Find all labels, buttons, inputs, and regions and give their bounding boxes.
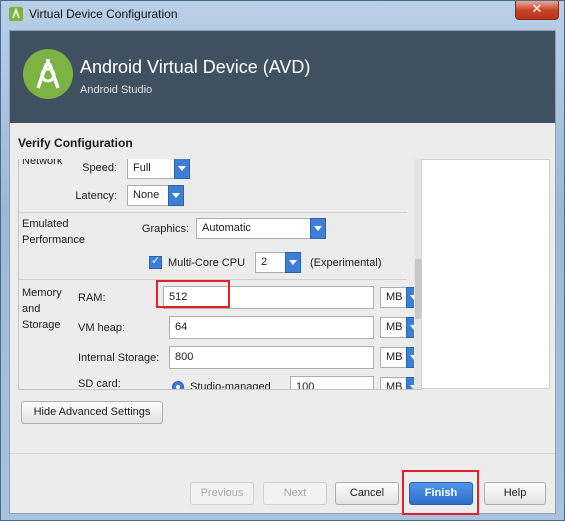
sdcard-size-input[interactable]: 100	[290, 376, 374, 390]
latency-value: None	[133, 189, 160, 201]
next-button[interactable]: Next	[263, 482, 327, 505]
dialog-window: Virtual Device Configuration Android Vir…	[0, 0, 565, 521]
latency-label: Latency:	[75, 190, 117, 202]
speed-dropdown[interactable]: Full	[127, 159, 190, 179]
speed-label: Speed:	[82, 162, 117, 174]
latency-dropdown[interactable]: None	[127, 185, 184, 206]
settings-content: Network Speed: Full Latency: None Emulat…	[19, 159, 422, 390]
performance-group-label-1: Emulated	[22, 218, 69, 230]
chevron-down-icon	[285, 252, 301, 273]
memory-group-label-2: and	[22, 303, 41, 315]
hide-advanced-settings-button[interactable]: Hide Advanced Settings	[21, 401, 163, 424]
section-title: Verify Configuration	[18, 136, 133, 150]
speed-value: Full	[133, 162, 151, 174]
close-button[interactable]	[515, 1, 559, 20]
chevron-down-icon	[174, 159, 190, 179]
sdcard-managed-radio[interactable]	[172, 381, 184, 389]
dialog-content: Android Virtual Device (AVD) Android Stu…	[9, 30, 556, 515]
graphics-dropdown[interactable]: Automatic	[196, 218, 326, 239]
internal-storage-unit: MB	[386, 351, 403, 363]
cores-value: 2	[261, 256, 268, 268]
graphics-value: Automatic	[202, 222, 251, 234]
settings-scroll-panel[interactable]: Network Speed: Full Latency: None Emulat…	[18, 159, 422, 390]
graphics-label: Graphics:	[141, 223, 189, 235]
header-banner: Android Virtual Device (AVD) Android Stu…	[10, 31, 555, 123]
header-subtitle: Android Studio	[80, 84, 153, 96]
android-studio-logo-icon	[23, 49, 73, 99]
internal-storage-input[interactable]: 800	[169, 346, 374, 369]
android-studio-icon	[9, 7, 23, 21]
previous-button[interactable]: Previous	[190, 482, 254, 505]
vmheap-value: 64	[175, 321, 188, 333]
title-bar[interactable]: Virtual Device Configuration	[1, 1, 564, 29]
window-title: Virtual Device Configuration	[29, 7, 178, 21]
memory-group-label-1: Memory	[22, 287, 62, 299]
ram-unit: MB	[386, 291, 403, 303]
header-title: Android Virtual Device (AVD)	[80, 57, 311, 77]
sdcard-unit: MB	[386, 381, 403, 390]
finish-highlight-box	[402, 470, 479, 515]
cores-dropdown[interactable]: 2	[255, 252, 301, 273]
sdcard-size-value: 100	[296, 381, 315, 390]
multicore-label: Multi-Core CPU	[168, 257, 246, 269]
performance-group-label-2: Performance	[22, 234, 85, 246]
footer-divider	[10, 453, 555, 454]
network-group-label: Network	[22, 159, 63, 167]
ram-highlight-box	[156, 280, 230, 308]
divider	[19, 212, 407, 213]
sdcard-option-label: Studio-managed	[190, 381, 271, 390]
internal-storage-label: Internal Storage:	[78, 352, 160, 364]
vmheap-unit: MB	[386, 321, 403, 333]
experimental-label: (Experimental)	[310, 257, 382, 269]
memory-group-label-3: Storage	[22, 319, 61, 331]
internal-storage-value: 800	[175, 351, 194, 363]
chevron-down-icon	[310, 218, 326, 239]
vmheap-label: VM heap:	[78, 322, 126, 334]
preview-panel	[421, 159, 550, 389]
ram-label: RAM:	[78, 292, 106, 304]
cancel-button[interactable]: Cancel	[335, 482, 399, 505]
help-button[interactable]: Help	[484, 482, 546, 505]
multicore-checkbox[interactable]	[149, 254, 162, 269]
chevron-down-icon	[168, 185, 184, 206]
vmheap-input[interactable]: 64	[169, 316, 374, 339]
sdcard-label: SD card:	[78, 378, 121, 390]
